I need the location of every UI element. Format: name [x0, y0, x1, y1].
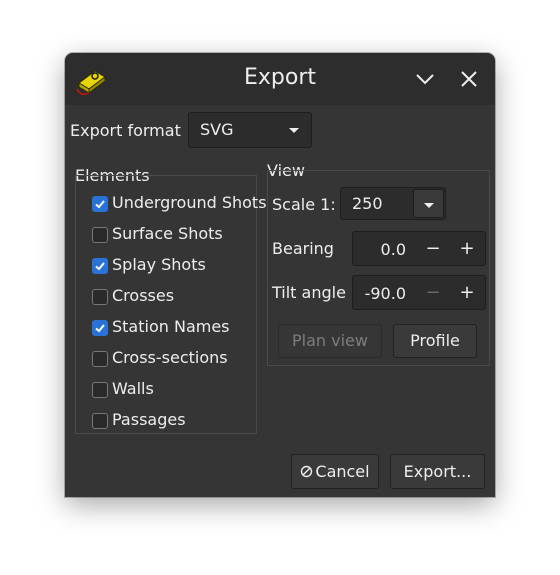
- plan-view-button[interactable]: Plan view: [278, 324, 382, 358]
- close-icon[interactable]: [456, 66, 482, 92]
- scale-value: 250: [352, 194, 383, 213]
- chevron-down-icon: [424, 203, 434, 208]
- export-format-value: SVG: [200, 120, 234, 139]
- export-format-select[interactable]: SVG: [188, 112, 312, 148]
- checkbox-label: Crosses: [112, 286, 175, 305]
- tilt-decrement-button[interactable]: −: [417, 279, 449, 307]
- export-dialog: Export Export format SVG Elements Underg…: [65, 53, 495, 497]
- cancel-button[interactable]: Cancel: [291, 454, 379, 489]
- bearing-decrement-button[interactable]: −: [417, 235, 449, 263]
- check-icon: [92, 196, 108, 212]
- bearing-value: 0.0: [380, 240, 406, 259]
- check-icon: [92, 258, 108, 274]
- cancel-icon: [301, 465, 313, 478]
- cancel-label: Cancel: [315, 462, 370, 481]
- check-icon: [92, 320, 108, 336]
- checkbox-box: [92, 382, 108, 398]
- checkbox-label: Walls: [112, 379, 154, 398]
- checkbox-box: [92, 351, 108, 367]
- checkbox-box: [92, 227, 108, 243]
- checkbox-box: [92, 413, 108, 429]
- checkbox-label: Passages: [112, 410, 186, 429]
- tilt-angle-value: -90.0: [364, 284, 406, 303]
- tilt-angle-spinbox[interactable]: -90.0 − +: [352, 275, 486, 310]
- tilt-angle-label: Tilt angle: [272, 283, 346, 302]
- checkbox-label: Surface Shots: [112, 224, 223, 243]
- view-group: Scale 1: 250 Bearing 0.0 − + Tilt angle …: [267, 170, 490, 366]
- scale-dropdown-button[interactable]: [413, 189, 444, 218]
- checkbox-label: Station Names: [112, 317, 230, 336]
- chevron-down-icon[interactable]: [412, 66, 438, 92]
- tilt-increment-button[interactable]: +: [451, 279, 483, 307]
- bearing-label: Bearing: [272, 239, 334, 258]
- profile-button[interactable]: Profile: [393, 324, 477, 358]
- scale-combo[interactable]: 250: [340, 187, 446, 220]
- chevron-down-icon: [289, 128, 299, 133]
- bearing-spinbox[interactable]: 0.0 − +: [352, 231, 486, 266]
- title-bar: Export: [65, 53, 495, 105]
- checkbox-label: Underground Shots: [112, 193, 267, 212]
- checkbox-box: [92, 289, 108, 305]
- checkbox-label: Cross-sections: [112, 348, 228, 367]
- bearing-increment-button[interactable]: +: [451, 235, 483, 263]
- elements-group: Underground Shots Surface Shots Splay Sh…: [75, 175, 267, 434]
- checkbox-label: Splay Shots: [112, 255, 206, 274]
- scale-label: Scale 1:: [272, 195, 336, 214]
- export-button[interactable]: Export...: [390, 454, 485, 489]
- export-format-label: Export format: [70, 121, 181, 140]
